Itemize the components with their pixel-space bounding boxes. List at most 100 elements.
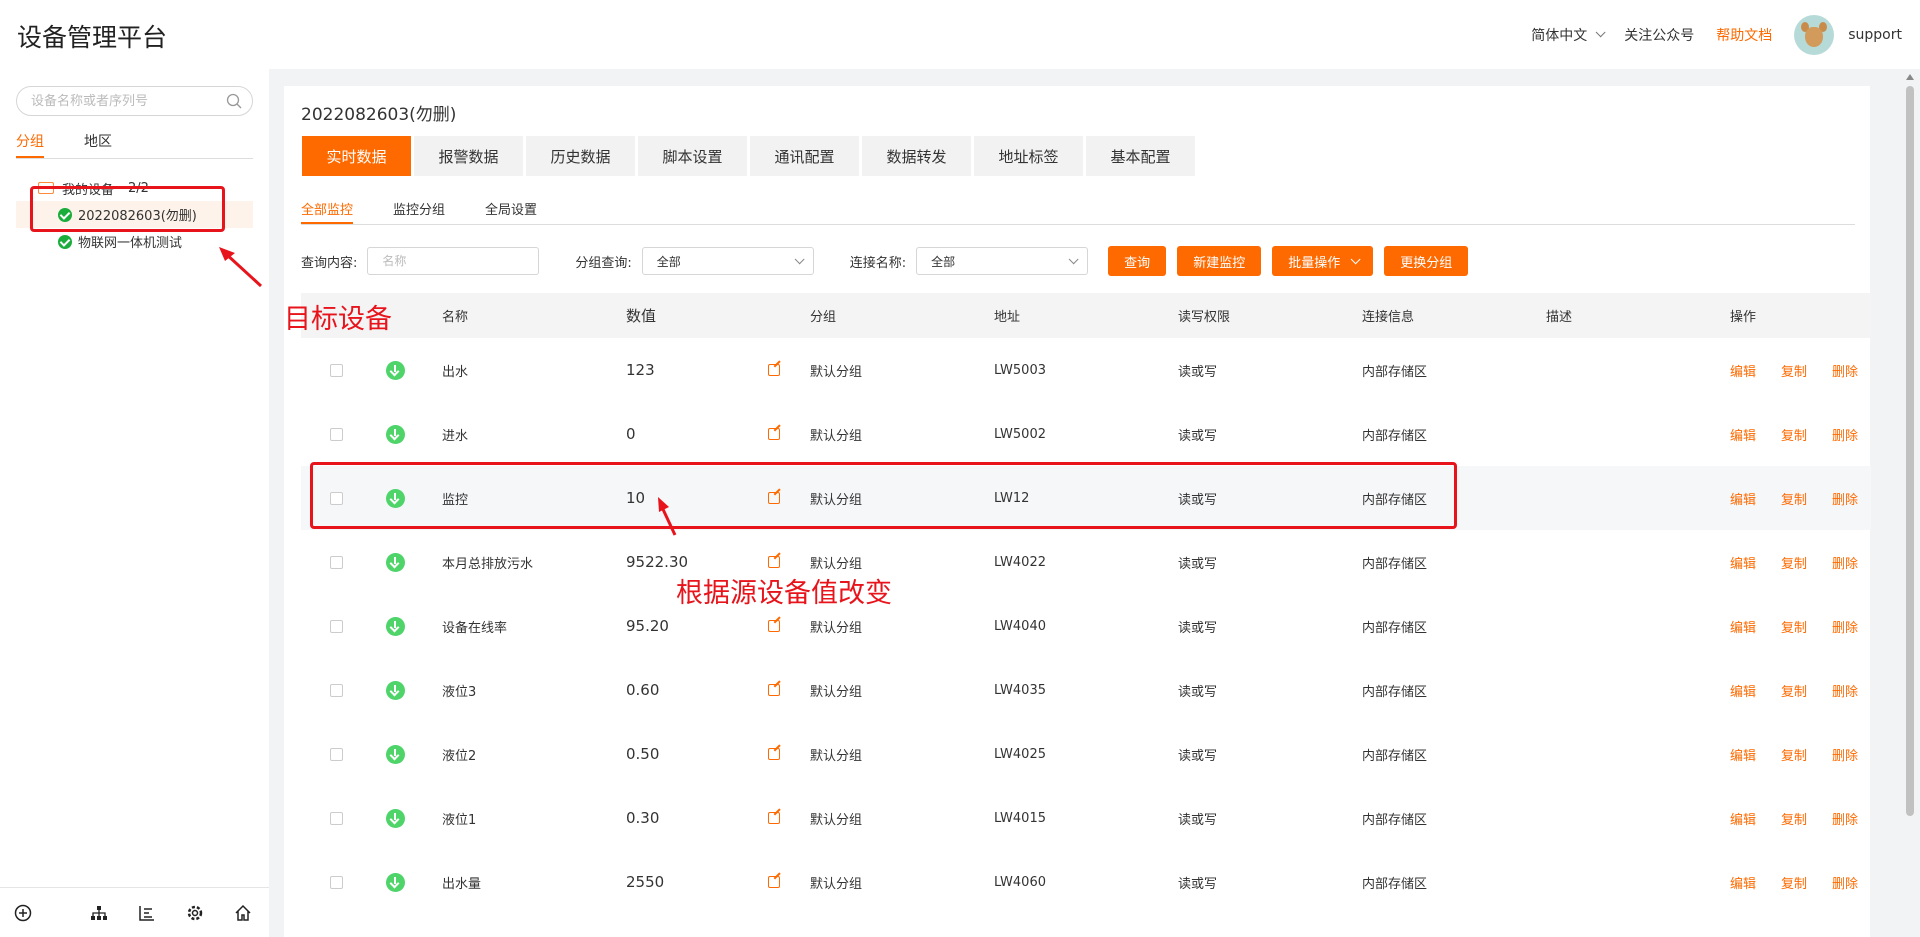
gear-icon[interactable] — [183, 901, 207, 925]
query-input[interactable] — [367, 247, 540, 275]
edit-value-icon[interactable] — [768, 684, 780, 696]
row-checkbox[interactable] — [330, 491, 343, 505]
download-icon[interactable] — [386, 744, 405, 764]
avatar[interactable] — [1794, 14, 1835, 55]
tab-basic[interactable]: 基本配置 — [1086, 136, 1195, 176]
delete-link[interactable]: 删除 — [1832, 553, 1858, 572]
conn-select[interactable]: 全部 — [916, 247, 1089, 275]
edit-link[interactable]: 编辑 — [1730, 745, 1756, 764]
copy-link[interactable]: 复制 — [1781, 681, 1807, 700]
device-search-input[interactable] — [31, 87, 221, 115]
table-row[interactable]: 设备在线率 95.20 默认分组 LW4040 读或写 内部存储区 编辑 复制 删除 — [301, 594, 1871, 658]
tab-alarm[interactable]: 报警数据 — [414, 136, 523, 176]
page-scrollbar[interactable] — [1904, 72, 1916, 937]
tab-comm[interactable]: 通讯配置 — [750, 136, 859, 176]
edit-value-icon[interactable] — [768, 876, 780, 888]
download-icon[interactable] — [386, 360, 405, 380]
change-group-button[interactable]: 更换分组 — [1384, 246, 1469, 276]
copy-link[interactable]: 复制 — [1781, 745, 1807, 764]
copy-link[interactable]: 复制 — [1781, 489, 1807, 508]
home-icon[interactable] — [231, 901, 255, 925]
query-button[interactable]: 查询 — [1108, 246, 1167, 276]
edit-value-icon[interactable] — [768, 556, 780, 568]
download-icon[interactable] — [386, 552, 405, 572]
tree-device-item[interactable]: 2022082603(勿删) — [16, 201, 253, 228]
table-row[interactable]: 出水 123 默认分组 LW5003 读或写 内部存储区 编辑 复制 删除 — [301, 338, 1871, 402]
scroll-up-arrow-icon[interactable] — [1906, 74, 1914, 80]
row-checkbox[interactable] — [330, 427, 343, 441]
delete-link[interactable]: 删除 — [1832, 873, 1858, 892]
row-checkbox[interactable] — [330, 875, 343, 889]
help-docs-link[interactable]: 帮助文档 — [1716, 25, 1772, 45]
edit-value-icon[interactable] — [768, 428, 780, 440]
edit-link[interactable]: 编辑 — [1730, 873, 1756, 892]
download-icon[interactable] — [386, 872, 405, 892]
delete-link[interactable]: 删除 — [1832, 681, 1858, 700]
tab-region[interactable]: 地区 — [84, 131, 112, 158]
add-circle-icon[interactable] — [11, 901, 35, 925]
row-checkbox[interactable] — [330, 747, 343, 761]
tab-history[interactable]: 历史数据 — [526, 136, 635, 176]
edit-value-icon[interactable] — [768, 748, 780, 760]
copy-link[interactable]: 复制 — [1781, 873, 1807, 892]
search-icon[interactable] — [226, 93, 242, 109]
download-icon[interactable] — [386, 488, 405, 508]
table-row[interactable]: 进水 0 默认分组 LW5002 读或写 内部存储区 编辑 复制 删除 — [301, 402, 1871, 466]
download-icon[interactable] — [386, 808, 405, 828]
edit-value-icon[interactable] — [768, 620, 780, 632]
tab-monitor-groups[interactable]: 监控分组 — [393, 199, 445, 224]
tab-script[interactable]: 脚本设置 — [638, 136, 747, 176]
edit-link[interactable]: 编辑 — [1730, 553, 1756, 572]
group-select[interactable]: 全部 — [641, 247, 814, 275]
tab-address-tag[interactable]: 地址标签 — [974, 136, 1083, 176]
row-checkbox[interactable] — [330, 619, 343, 633]
edit-link[interactable]: 编辑 — [1730, 809, 1756, 828]
hierarchy-icon[interactable] — [87, 901, 111, 925]
table-row[interactable]: 液位1 0.30 默认分组 LW4015 读或写 内部存储区 编辑 复制 删除 — [301, 786, 1871, 850]
copy-link[interactable]: 复制 — [1781, 617, 1807, 636]
tree-device-item[interactable]: 物联网一体机测试 — [0, 228, 269, 255]
row-checkbox[interactable] — [330, 363, 343, 377]
download-icon[interactable] — [386, 616, 405, 636]
edit-value-icon[interactable] — [768, 364, 780, 376]
download-icon[interactable] — [386, 424, 405, 444]
new-monitor-button[interactable]: 新建监控 — [1177, 246, 1262, 276]
table-row[interactable]: 监控 10 默认分组 LW12 读或写 内部存储区 编辑 复制 删除 — [301, 466, 1871, 530]
delete-link[interactable]: 删除 — [1832, 745, 1858, 764]
copy-link[interactable]: 复制 — [1781, 553, 1807, 572]
username[interactable]: support — [1848, 27, 1902, 43]
edit-link[interactable]: 编辑 — [1730, 489, 1756, 508]
copy-link[interactable]: 复制 — [1781, 361, 1807, 380]
table-row[interactable]: 液位3 0.60 默认分组 LW4035 读或写 内部存储区 编辑 复制 删除 — [301, 658, 1871, 722]
copy-link[interactable]: 复制 — [1781, 425, 1807, 444]
table-row[interactable]: 出水量 2550 默认分组 LW4060 读或写 内部存储区 编辑 复制 删除 — [301, 850, 1871, 914]
copy-link[interactable]: 复制 — [1781, 809, 1807, 828]
tab-realtime[interactable]: 实时数据 — [302, 136, 411, 176]
delete-link[interactable]: 删除 — [1832, 361, 1858, 380]
row-checkbox[interactable] — [330, 683, 343, 697]
language-select[interactable]: 简体中文 — [1531, 25, 1606, 45]
delete-link[interactable]: 删除 — [1832, 425, 1858, 444]
tab-forward[interactable]: 数据转发 — [862, 136, 971, 176]
delete-link[interactable]: 删除 — [1832, 617, 1858, 636]
table-row[interactable]: 本月总排放污水 9522.30 默认分组 LW4022 读或写 内部存储区 编辑 复制 删除 — [301, 530, 1871, 594]
edit-value-icon[interactable] — [768, 812, 780, 824]
batch-ops-button[interactable]: 批量操作 — [1272, 246, 1374, 276]
edit-value-icon[interactable] — [768, 492, 780, 504]
delete-link[interactable]: 删除 — [1832, 809, 1858, 828]
download-icon[interactable] — [386, 680, 405, 700]
follow-link[interactable]: 关注公众号 — [1624, 25, 1694, 45]
edit-link[interactable]: 编辑 — [1730, 361, 1756, 380]
edit-link[interactable]: 编辑 — [1730, 425, 1756, 444]
edit-link[interactable]: 编辑 — [1730, 681, 1756, 700]
row-checkbox[interactable] — [330, 811, 343, 825]
tree-root[interactable]: 我的设备 2/2 — [0, 175, 269, 201]
table-row[interactable]: 液位2 0.50 默认分组 LW4025 读或写 内部存储区 编辑 复制 删除 — [301, 722, 1871, 786]
tab-group[interactable]: 分组 — [16, 131, 44, 158]
edit-link[interactable]: 编辑 — [1730, 617, 1756, 636]
delete-link[interactable]: 删除 — [1832, 489, 1858, 508]
scroll-thumb[interactable] — [1906, 86, 1914, 816]
row-checkbox[interactable] — [330, 555, 343, 569]
chart-icon[interactable] — [135, 901, 159, 925]
tab-global-settings[interactable]: 全局设置 — [485, 199, 537, 224]
